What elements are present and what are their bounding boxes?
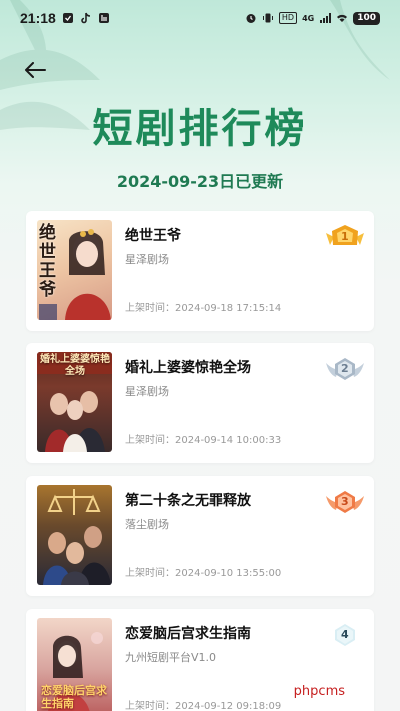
update-date: 2024-09-23日已更新 <box>116 172 284 191</box>
drama-producer: 落尘剧场 <box>125 518 169 531</box>
status-bar: 21:18 HD 4G 100 <box>0 0 400 36</box>
watermark: phpcms <box>290 684 348 699</box>
drama-producer: 星泽剧场 <box>125 385 169 398</box>
back-button[interactable] <box>20 56 50 84</box>
hd-indicator: HD <box>278 12 298 24</box>
cover-title-text: 绝世王爷 <box>39 223 56 300</box>
alarm-icon <box>246 14 256 23</box>
drama-cover-image[interactable]: 绝世王爷 <box>37 220 112 320</box>
drama-release-date: 上架时间：2024-09-14 10:00:33 <box>125 435 282 446</box>
cover-title-text: 恋爱脑后宫求生指南 <box>41 684 107 710</box>
network-type-label: 4G <box>302 13 315 23</box>
status-time: 21:18 <box>20 10 56 26</box>
page-title: 短剧排行榜 <box>92 106 308 152</box>
drama-release-date: 上架时间：2024-09-18 17:15:14 <box>125 303 282 314</box>
shield-check-icon <box>62 13 73 23</box>
ranking-item[interactable]: 婚礼上婆婆惊艳全场 婚礼上婆婆惊艳全场 星泽剧场 上架时间：2024-09-14… <box>26 343 374 463</box>
battery-indicator: 100 <box>353 11 380 25</box>
cover-title-text: 婚礼上婆婆惊艳全场 <box>40 354 110 377</box>
wifi-icon <box>337 14 348 22</box>
rank-badge-gold: 1 <box>324 223 366 251</box>
ranking-item[interactable]: 绝世王爷 绝世王爷 星泽剧场 上架时间：2024-09-18 17:15:14 … <box>26 211 374 331</box>
rank-number: 2 <box>341 362 349 375</box>
ranking-item[interactable]: 第二十条之无罪释放 落尘剧场 上架时间：2024-09-10 13:55:00 … <box>26 476 374 596</box>
drama-producer: 九州短剧平台V1.0 <box>125 651 217 664</box>
drama-cover-image[interactable]: 婚礼上婆婆惊艳全场 <box>37 352 112 452</box>
cover-art <box>43 489 111 585</box>
drama-cover-image[interactable]: 恋爱脑后宫求生指南 <box>37 618 112 711</box>
rank-badge-plain: 4 <box>324 621 366 649</box>
drama-title[interactable]: 婚礼上婆婆惊艳全场 <box>125 357 251 377</box>
tiktok-icon <box>81 12 90 24</box>
drama-producer: 星泽剧场 <box>125 253 169 266</box>
drama-title[interactable]: 恋爱脑后宫求生指南 <box>125 623 251 643</box>
arrow-left-icon <box>25 62 46 78</box>
app-notification-icon <box>98 13 109 23</box>
drama-release-date: 上架时间：2024-09-12 09:18:09 <box>125 701 282 711</box>
rank-number: 1 <box>341 230 349 243</box>
rank-number: 4 <box>341 628 349 641</box>
drama-title[interactable]: 绝世王爷 <box>125 225 181 245</box>
vibrate-icon <box>262 13 273 23</box>
rank-badge-bronze: 3 <box>324 488 366 516</box>
signal-icon <box>320 13 332 23</box>
drama-title[interactable]: 第二十条之无罪释放 <box>125 490 251 510</box>
rank-badge-silver: 2 <box>324 355 366 383</box>
rank-number: 3 <box>341 495 349 508</box>
drama-cover-image[interactable] <box>37 485 112 585</box>
drama-release-date: 上架时间：2024-09-10 13:55:00 <box>125 568 282 579</box>
